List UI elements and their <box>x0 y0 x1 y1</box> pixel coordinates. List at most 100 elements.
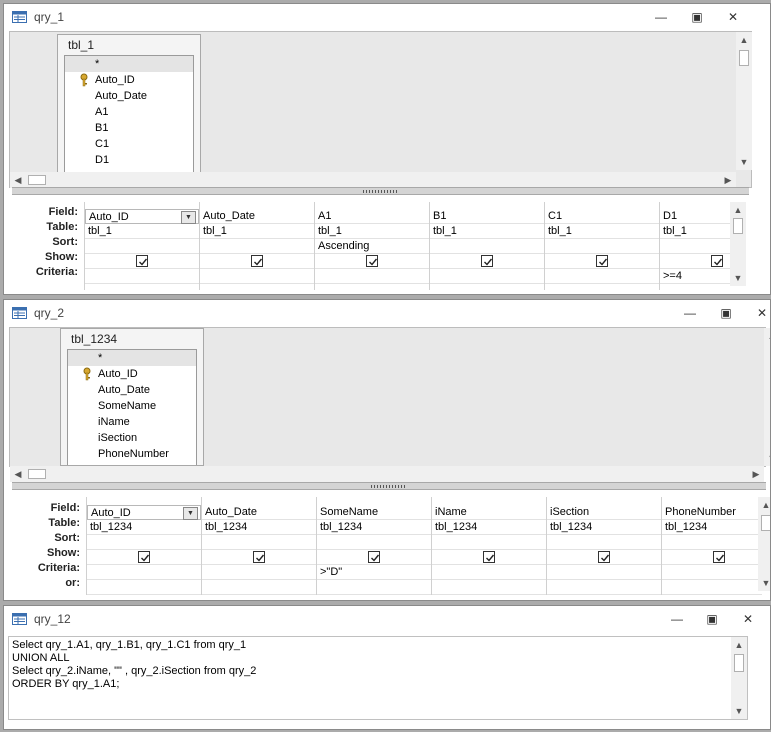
minimize-icon[interactable]: — <box>668 611 686 627</box>
grid-column[interactable]: Auto_ID ▼ tbl_1234 <box>86 497 201 595</box>
show-cell[interactable] <box>432 550 546 565</box>
horizontal-scrollbar[interactable]: ◀ ▶ <box>10 172 736 188</box>
all-fields-star[interactable]: * <box>95 56 99 72</box>
pane-splitter[interactable] <box>12 482 766 490</box>
or-cell[interactable] <box>202 580 316 595</box>
title-bar[interactable]: qry_2 — ▣ ✕ <box>4 300 770 328</box>
field-item[interactable]: SomeName <box>98 398 156 414</box>
sort-cell[interactable] <box>660 239 734 254</box>
show-cell[interactable] <box>200 254 314 269</box>
sort-cell[interactable] <box>87 535 201 550</box>
grid-column[interactable]: B1 tbl_1 <box>429 202 544 290</box>
chevron-down-icon[interactable]: ▼ <box>181 211 196 224</box>
scroll-up-icon[interactable]: ▲ <box>730 202 746 218</box>
close-icon[interactable]: ✕ <box>724 9 742 25</box>
or-cell[interactable] <box>662 580 762 595</box>
table-cell[interactable]: tbl_1 <box>430 224 544 239</box>
scroll-up-icon[interactable]: ▲ <box>736 32 752 48</box>
scroll-thumb[interactable] <box>761 515 770 531</box>
sort-cell[interactable] <box>662 535 762 550</box>
field-cell[interactable]: Auto_Date <box>200 209 314 224</box>
field-item[interactable]: A1 <box>95 104 108 120</box>
all-fields-star[interactable]: * <box>98 350 102 366</box>
close-icon[interactable]: ✕ <box>753 305 770 321</box>
show-checkbox[interactable] <box>366 255 378 267</box>
scroll-down-icon[interactable]: ▼ <box>730 270 746 286</box>
scroll-right-icon[interactable]: ▶ <box>720 172 736 188</box>
field-cell[interactable]: A1 <box>315 209 429 224</box>
table-cell[interactable]: tbl_1 <box>545 224 659 239</box>
close-icon[interactable]: ✕ <box>739 611 757 627</box>
sql-editor[interactable]: Select qry_1.A1, qry_1.B1, qry_1.C1 from… <box>8 636 748 720</box>
field-cell[interactable]: Auto_ID ▼ <box>87 505 201 520</box>
field-item[interactable]: D1 <box>95 152 109 168</box>
scroll-down-icon[interactable]: ▼ <box>731 703 747 719</box>
field-cell[interactable]: B1 <box>430 209 544 224</box>
show-cell[interactable] <box>85 254 199 269</box>
show-checkbox[interactable] <box>138 551 150 563</box>
scroll-down-icon[interactable]: ▼ <box>736 154 752 170</box>
criteria-cell[interactable] <box>200 269 314 284</box>
field-list[interactable]: * Auto_ID Auto_Date A1 B1 C1 D1 <box>64 55 194 187</box>
table-box-tbl-1[interactable]: tbl_1 * Auto_ID Auto_Date A1 B1 C1 D1 <box>57 34 201 187</box>
grid-column[interactable]: A1 tbl_1 Ascending <box>314 202 429 290</box>
grid-vertical-scrollbar[interactable]: ▲ ▼ <box>758 497 770 591</box>
table-cell[interactable]: tbl_1 <box>315 224 429 239</box>
criteria-cell[interactable] <box>662 565 762 580</box>
grid-column[interactable]: D1 tbl_1 >=4 <box>659 202 734 290</box>
field-cell[interactable]: D1 <box>660 209 734 224</box>
field-item[interactable]: Auto_ID <box>98 366 138 382</box>
table-design-pane[interactable]: tbl_1 * Auto_ID Auto_Date A1 B1 C1 D1 <box>9 31 752 188</box>
scroll-up-icon[interactable]: ▲ <box>764 328 770 344</box>
title-bar[interactable]: qry_1 — ▣ ✕ <box>4 4 770 32</box>
grid-column[interactable]: iSection tbl_1234 <box>546 497 661 595</box>
criteria-cell[interactable] <box>430 269 544 284</box>
field-cell[interactable]: C1 <box>545 209 659 224</box>
show-cell[interactable] <box>317 550 431 565</box>
field-cell[interactable]: Auto_Date <box>202 505 316 520</box>
sort-cell[interactable] <box>430 239 544 254</box>
show-checkbox[interactable] <box>368 551 380 563</box>
minimize-icon[interactable]: — <box>681 305 699 321</box>
show-checkbox[interactable] <box>598 551 610 563</box>
sort-cell[interactable]: Ascending <box>315 239 429 254</box>
field-cell[interactable]: PhoneNumber <box>662 505 762 520</box>
pane-splitter[interactable] <box>12 187 749 195</box>
grid-column[interactable]: iName tbl_1234 <box>431 497 546 595</box>
sort-cell[interactable] <box>547 535 661 550</box>
vertical-scrollbar[interactable]: ▲ ▼ <box>764 328 770 466</box>
criteria-cell[interactable] <box>85 269 199 284</box>
scroll-down-icon[interactable]: ▼ <box>764 450 770 466</box>
sort-cell[interactable] <box>432 535 546 550</box>
criteria-cell[interactable] <box>202 565 316 580</box>
show-cell[interactable] <box>662 550 762 565</box>
criteria-cell[interactable] <box>87 565 201 580</box>
sort-cell[interactable] <box>545 239 659 254</box>
show-cell[interactable] <box>315 254 429 269</box>
show-cell[interactable] <box>547 550 661 565</box>
table-cell[interactable]: tbl_1234 <box>662 520 762 535</box>
or-cell[interactable] <box>547 580 661 595</box>
grid-column[interactable]: Auto_Date tbl_1234 <box>201 497 316 595</box>
table-cell[interactable]: tbl_1234 <box>87 520 201 535</box>
table-design-pane[interactable]: tbl_1234 * Auto_ID Auto_Date SomeName iN… <box>9 327 766 467</box>
sql-vertical-scrollbar[interactable]: ▲ ▼ <box>731 637 747 719</box>
show-checkbox[interactable] <box>251 255 263 267</box>
field-item[interactable]: Auto_Date <box>95 88 147 104</box>
chevron-down-icon[interactable]: ▼ <box>183 507 198 520</box>
field-item[interactable]: B1 <box>95 120 108 136</box>
all-fields-row[interactable] <box>68 350 196 366</box>
sort-cell[interactable] <box>317 535 431 550</box>
table-cell[interactable]: tbl_1 <box>85 224 199 239</box>
minimize-icon[interactable]: — <box>652 9 670 25</box>
table-cell[interactable]: tbl_1 <box>200 224 314 239</box>
field-item[interactable]: C1 <box>95 136 109 152</box>
show-cell[interactable] <box>430 254 544 269</box>
criteria-cell[interactable] <box>547 565 661 580</box>
criteria-cell[interactable]: >"D" <box>317 565 431 580</box>
scroll-right-icon[interactable]: ▶ <box>748 466 764 482</box>
show-checkbox[interactable] <box>596 255 608 267</box>
table-cell[interactable]: tbl_1234 <box>547 520 661 535</box>
scroll-thumb[interactable] <box>28 469 46 479</box>
field-cell[interactable]: iName <box>432 505 546 520</box>
